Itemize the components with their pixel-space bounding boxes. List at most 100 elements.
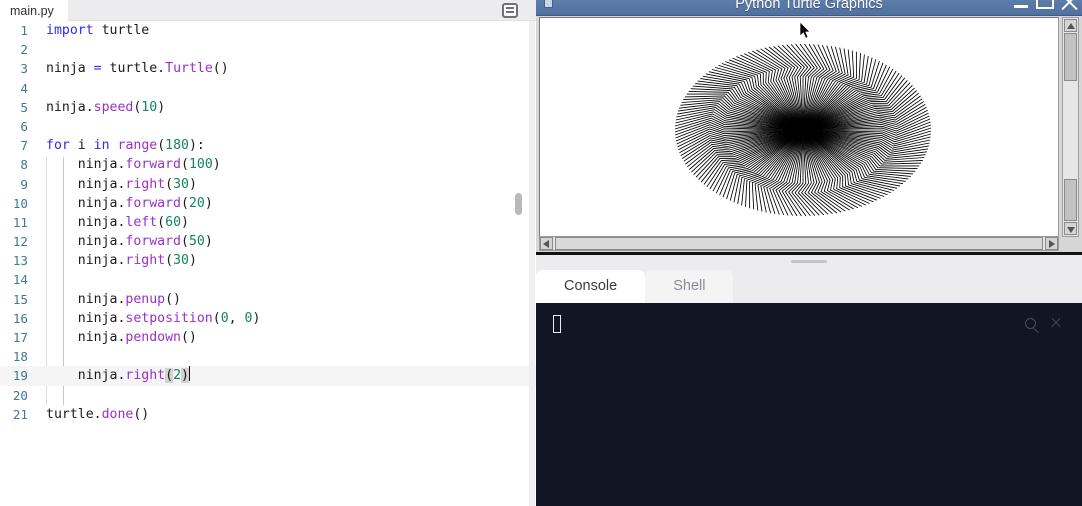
code-line[interactable]: 8 ninja.forward(100) <box>0 155 536 174</box>
code-editor[interactable]: 1 import turtle 2 3 ninja = turtle.Turtle() 4… <box>0 21 536 506</box>
code-line[interactable]: 7 for i in range(180): <box>0 136 536 155</box>
code-token: i <box>69 138 94 154</box>
code-text: ninja.setposition(0, 0) <box>46 309 261 328</box>
code-line[interactable]: 1 import turtle <box>0 21 536 40</box>
scroll-right-arrow-icon[interactable] <box>1045 237 1058 250</box>
code-line[interactable]: 19 ninja.right(2) <box>0 366 536 386</box>
maximize-button[interactable] <box>1036 0 1054 9</box>
code-token: ( <box>157 214 166 230</box>
line-number: 13 <box>12 253 28 269</box>
code-lines: 1 import turtle 2 3 ninja = turtle.Turtle() 4… <box>0 21 536 424</box>
code-token: turtle. <box>101 61 166 77</box>
code-token: ) <box>188 253 197 269</box>
code-line[interactable]: 14 <box>0 270 536 289</box>
tab-main-py[interactable]: main.py <box>0 0 68 21</box>
list-menu-icon[interactable] <box>502 3 518 18</box>
turtle-hscroll-thumb[interactable] <box>555 237 1043 250</box>
turtle-vscroll-thumb-upper[interactable] <box>1064 33 1077 81</box>
code-token: ) <box>181 368 189 384</box>
pane-splitter[interactable] <box>536 255 1082 268</box>
close-button[interactable] <box>1060 0 1078 10</box>
line-number: 10 <box>12 195 28 211</box>
search-icon[interactable] <box>1025 318 1036 329</box>
turtle-horizontal-scrollbar[interactable] <box>539 236 1059 251</box>
line-number: 16 <box>12 310 28 326</box>
scroll-left-arrow-icon[interactable] <box>540 237 553 250</box>
line-number: 21 <box>12 406 28 422</box>
code-line[interactable]: 17 ninja.pendown() <box>0 328 536 347</box>
code-text: ninja.right(30) <box>46 251 197 270</box>
tab-shell-label: Shell <box>673 278 706 294</box>
line-number: 18 <box>12 349 28 365</box>
code-token: () <box>180 330 197 345</box>
code-token: done <box>101 406 134 422</box>
code-line[interactable]: 13 ninja.right(30) <box>0 251 536 270</box>
code-text: ninja = turtle.Turtle() <box>46 59 229 78</box>
code-line[interactable]: 12 ninja.forward(50) <box>0 232 536 251</box>
turtle-title-bar[interactable]: Python Turtle Graphics <box>536 0 1082 16</box>
code-token: Turtle <box>165 61 213 77</box>
line-number: 6 <box>20 118 28 134</box>
code-token: ( <box>180 157 189 173</box>
code-token: ninja. <box>46 99 94 115</box>
code-token: forward <box>125 234 181 250</box>
code-line[interactable]: 15 ninja.penup() <box>0 290 536 309</box>
tab-console[interactable]: Console <box>536 270 646 303</box>
console-output[interactable] <box>536 303 1082 506</box>
code-line[interactable]: 10 ninja.forward(20) <box>0 194 536 213</box>
app-root: main.py 1 import turtle 2 3 ninja = turtle.T… <box>0 0 1082 506</box>
code-token: ( <box>212 310 221 326</box>
turtle-vscroll-thumb-lower[interactable] <box>1064 179 1077 221</box>
line-number: 17 <box>12 330 28 345</box>
code-token: ) <box>181 214 189 230</box>
tab-main-py-label: main.py <box>10 3 54 18</box>
code-line[interactable]: 2 <box>0 40 536 59</box>
code-token: 0 <box>220 310 229 326</box>
code-line[interactable]: 16 ninja.setposition(0, 0) <box>0 309 536 328</box>
code-token: = <box>93 61 102 77</box>
line-number: 15 <box>12 291 28 307</box>
code-token: ninja. <box>46 214 126 230</box>
code-line[interactable]: 9 ninja.right(30) <box>0 175 536 194</box>
code-token: speed <box>93 99 134 115</box>
code-line[interactable]: 4 <box>0 79 536 98</box>
code-line[interactable]: 6 <box>0 117 536 136</box>
code-line[interactable]: 11 ninja.left(60) <box>0 213 536 232</box>
code-text: for i in range(180): <box>46 136 205 155</box>
code-token: right <box>125 176 166 192</box>
code-token: forward <box>125 157 181 173</box>
line-number: 8 <box>20 157 28 173</box>
console-tab-bar: Console Shell <box>536 268 734 303</box>
code-text: turtle.done() <box>46 405 149 424</box>
code-token: 50 <box>188 234 205 250</box>
scroll-up-arrow-icon[interactable] <box>1064 19 1077 32</box>
code-token: ) <box>157 99 166 115</box>
code-token: setposition <box>125 310 213 326</box>
code-text: ninja.right(2) <box>46 366 190 385</box>
tab-shell[interactable]: Shell <box>645 270 734 303</box>
code-line[interactable]: 18 <box>0 347 536 366</box>
code-line[interactable]: 5 ninja.speed(10) <box>0 98 536 117</box>
close-icon[interactable] <box>1050 317 1062 329</box>
scroll-down-arrow-icon[interactable] <box>1064 222 1077 235</box>
splitter-grip[interactable] <box>791 260 827 263</box>
minimize-button[interactable] <box>1012 0 1030 10</box>
text-caret <box>188 366 190 382</box>
editor-scroll-track[interactable] <box>529 21 535 506</box>
editor-scrollbar-thumb[interactable] <box>515 193 522 215</box>
line-number: 14 <box>12 272 28 288</box>
code-line[interactable]: 20 <box>0 386 536 405</box>
code-token: ) <box>252 310 261 326</box>
code-token: () <box>133 406 150 422</box>
line-number: 19 <box>12 368 28 384</box>
code-text: ninja.left(60) <box>46 213 189 232</box>
editor-pane: main.py 1 import turtle 2 3 ninja = turtle.T… <box>0 0 536 506</box>
code-line[interactable]: 3 ninja = turtle.Turtle() <box>0 59 536 78</box>
code-line[interactable]: 21 turtle.done() <box>0 405 536 424</box>
code-token: ninja. <box>46 176 126 192</box>
code-token: ( <box>180 195 189 211</box>
turtle-vertical-scrollbar[interactable] <box>1062 17 1079 237</box>
code-token: left <box>125 214 158 230</box>
code-text: import turtle <box>46 21 149 40</box>
